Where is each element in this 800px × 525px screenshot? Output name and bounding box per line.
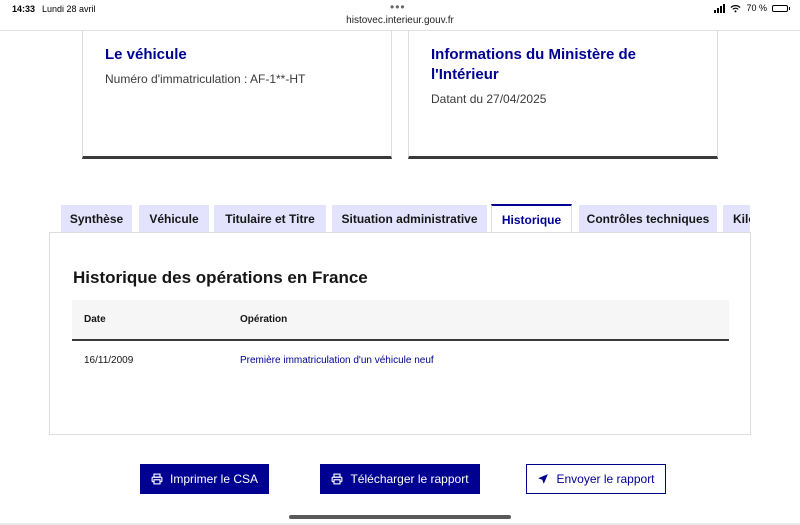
tab-synthese[interactable]: Synthèse xyxy=(61,205,132,233)
printer-icon xyxy=(151,473,163,485)
operation-date: 16/11/2009 xyxy=(84,355,134,366)
ministry-card-title: Informations du Ministère de l'Intérieur xyxy=(431,46,637,83)
download-report-button[interactable]: Télécharger le rapport xyxy=(320,464,480,494)
table-row: 16/11/2009 Première immatriculation d'un… xyxy=(72,341,729,381)
tab-titulaire-titre[interactable]: Titulaire et Titre xyxy=(214,205,326,233)
address-bar-url[interactable]: histovec.interieur.gouv.fr xyxy=(0,15,800,26)
ministry-data-date: Datant du 27/04/2025 xyxy=(431,92,547,106)
table-header: Date Opération xyxy=(72,300,729,341)
battery-icon xyxy=(772,4,790,12)
vehicle-card-title: Le véhicule xyxy=(105,46,187,63)
wifi-icon xyxy=(730,4,741,12)
printer-icon xyxy=(332,473,343,485)
status-indicators: 70 % xyxy=(714,3,790,13)
send-report-label: Envoyer le rapport xyxy=(556,472,655,486)
print-csa-label: Imprimer le CSA xyxy=(169,472,258,486)
column-header-operation: Opération xyxy=(240,314,288,325)
vehicle-card: Le véhicule Numéro d'immatriculation : A… xyxy=(82,31,392,159)
send-report-button[interactable]: Envoyer le rapport xyxy=(526,464,666,494)
cellular-signal-icon xyxy=(714,3,726,13)
print-csa-button[interactable]: Imprimer le CSA xyxy=(140,464,269,494)
status-bar: 14:33 Lundi 28 avril ••• histovec.interi… xyxy=(0,0,800,30)
status-date: Lundi 28 avril xyxy=(42,4,96,14)
home-indicator[interactable] xyxy=(289,515,511,519)
more-dots-icon[interactable]: ••• xyxy=(390,0,406,14)
download-report-label: Télécharger le rapport xyxy=(350,472,469,486)
history-panel: Historique des opérations en France Date… xyxy=(49,232,751,435)
tab-situation-administrative[interactable]: Situation administrative xyxy=(332,205,487,233)
send-arrow-icon xyxy=(538,474,549,484)
ministry-card: Informations du Ministère de l'Intérieur… xyxy=(408,31,718,159)
history-title: Historique des opérations en France xyxy=(73,268,368,287)
tab-list: Synthèse Véhicule Titulaire et Titre Sit… xyxy=(61,204,750,233)
tab-controles-techniques[interactable]: Contrôles techniques xyxy=(579,205,717,233)
history-table: Date Opération 16/11/2009 Première immat… xyxy=(72,300,729,381)
status-time: 14:33 xyxy=(12,4,36,14)
tab-vehicule[interactable]: Véhicule xyxy=(139,205,209,233)
plate-number: Numéro d'immatriculation : AF-1**-HT xyxy=(105,72,306,86)
column-header-date: Date xyxy=(84,314,106,325)
tab-kilometrage[interactable]: Kilométrage xyxy=(723,205,750,233)
tab-historique[interactable]: Historique xyxy=(491,204,572,233)
battery-percent: 70 % xyxy=(746,3,767,13)
operation-description: Première immatriculation d'un véhicule n… xyxy=(240,355,434,366)
